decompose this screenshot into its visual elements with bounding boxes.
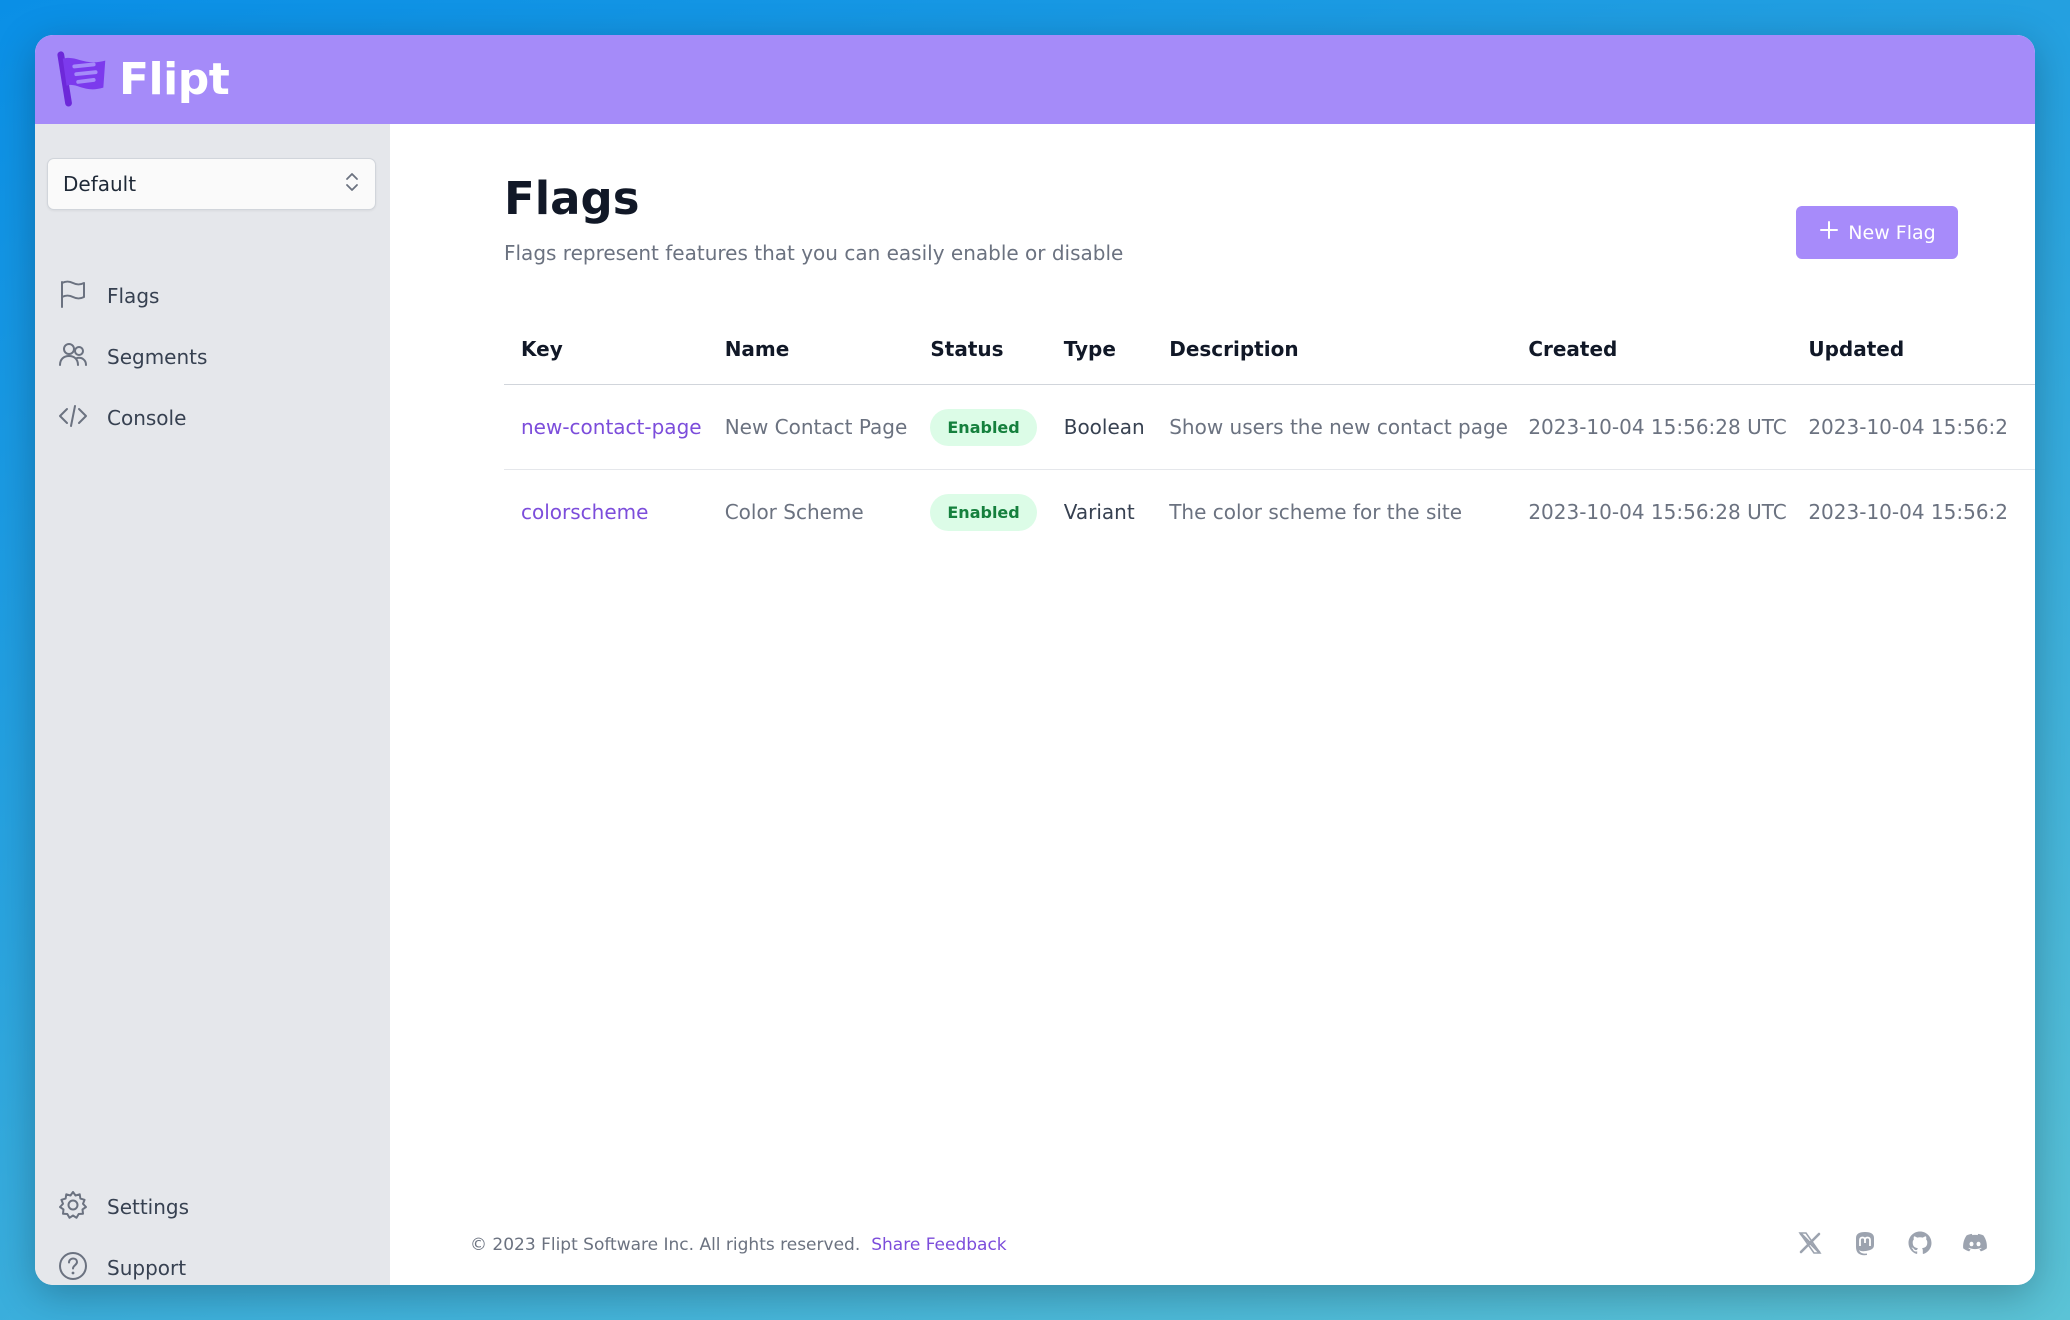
- flags-table-container: Key Name Status Type Description Created…: [390, 124, 2035, 724]
- flags-table: Key Name Status Type Description Created…: [504, 314, 2035, 554]
- flag-created-cell: 2023-10-04 15:56:28 UTC: [1528, 500, 1787, 524]
- gear-icon: [57, 1189, 107, 1226]
- flag-status-cell: Enabled: [913, 470, 1046, 555]
- flag-type-cell: Variant: [1063, 500, 1135, 524]
- flag-icon: [57, 278, 107, 315]
- flag-updated-cell: 2023-10-04 15:56:2: [1791, 384, 2035, 470]
- users-icon: [57, 339, 107, 376]
- namespace-selected-value: Default: [63, 172, 137, 196]
- discord-icon[interactable]: [1962, 1230, 1988, 1256]
- social-links: [1797, 1230, 1988, 1256]
- table-row[interactable]: new-contact-page New Contact Page Enable…: [504, 384, 2035, 470]
- main-content: Flags Flags represent features that you …: [390, 124, 2035, 1285]
- flag-key-link[interactable]: colorscheme: [521, 500, 648, 524]
- flag-created-cell: 2023-10-04 15:56:28 UTC: [1511, 384, 1792, 470]
- top-bar: Flipt: [35, 35, 2035, 124]
- footer: © 2023 Flipt Software Inc. All rights re…: [470, 1235, 1007, 1255]
- flag-status-cell: Enabled: [913, 384, 1047, 470]
- flag-description-cell: The color scheme for the site: [1169, 500, 1463, 524]
- flag-updated-cell: 2023-10-04 15:56:2: [1808, 500, 2009, 524]
- flag-key-cell[interactable]: colorscheme: [504, 470, 708, 555]
- sidebar-item-console[interactable]: Console: [57, 398, 186, 438]
- column-header-key[interactable]: Key: [504, 314, 708, 385]
- column-header-created[interactable]: Created: [1511, 314, 1792, 385]
- sidebar-item-segments[interactable]: Segments: [57, 337, 207, 377]
- sidebar-item-label: Segments: [107, 345, 208, 369]
- status-badge: Enabled: [930, 493, 1037, 531]
- sidebar-item-flags[interactable]: Flags: [57, 276, 159, 316]
- flag-type-cell: Boolean: [1046, 384, 1153, 470]
- column-header-description[interactable]: Description: [1152, 314, 1512, 385]
- namespace-select[interactable]: Default: [47, 158, 376, 210]
- column-header-updated[interactable]: Updated: [1791, 314, 2035, 385]
- logo[interactable]: Flipt: [55, 49, 230, 111]
- status-badge: Enabled: [930, 408, 1037, 446]
- sidebar-item-label: Support: [107, 1256, 187, 1280]
- chevron-up-down-icon: [343, 169, 361, 200]
- flag-key-cell[interactable]: new-contact-page: [504, 384, 708, 470]
- column-header-status[interactable]: Status: [913, 314, 1047, 385]
- flag-description-cell: Show users the new contact page: [1152, 384, 1512, 470]
- flag-name-cell: Color Scheme: [724, 500, 864, 524]
- question-icon: [57, 1250, 107, 1286]
- github-icon[interactable]: [1907, 1230, 1933, 1256]
- table-row[interactable]: colorscheme Color Scheme Enabled Variant…: [504, 470, 2035, 555]
- mastodon-icon[interactable]: [1852, 1230, 1878, 1256]
- x-icon[interactable]: [1797, 1230, 1823, 1256]
- code-icon: [57, 400, 107, 437]
- sidebar-item-support[interactable]: Support: [57, 1248, 186, 1285]
- app-window: Flipt Default Flags Segments Console Set…: [35, 35, 2035, 1285]
- brand-name: Flipt: [119, 54, 230, 105]
- share-feedback-link[interactable]: Share Feedback: [871, 1235, 1006, 1255]
- column-header-type[interactable]: Type: [1046, 314, 1153, 385]
- flag-logo-icon: [55, 49, 113, 111]
- table-header-row: Key Name Status Type Description Created…: [504, 314, 2035, 385]
- flag-key-link[interactable]: new-contact-page: [521, 415, 702, 439]
- sidebar-item-label: Console: [107, 406, 187, 430]
- column-header-name[interactable]: Name: [707, 314, 914, 385]
- sidebar: Default Flags Segments Console Settings …: [35, 124, 390, 1285]
- flag-name-cell: New Contact Page: [707, 384, 914, 470]
- sidebar-item-label: Settings: [107, 1195, 190, 1219]
- sidebar-item-settings[interactable]: Settings: [57, 1187, 189, 1227]
- copyright-text: © 2023 Flipt Software Inc. All rights re…: [470, 1235, 861, 1255]
- sidebar-item-label: Flags: [107, 284, 160, 308]
